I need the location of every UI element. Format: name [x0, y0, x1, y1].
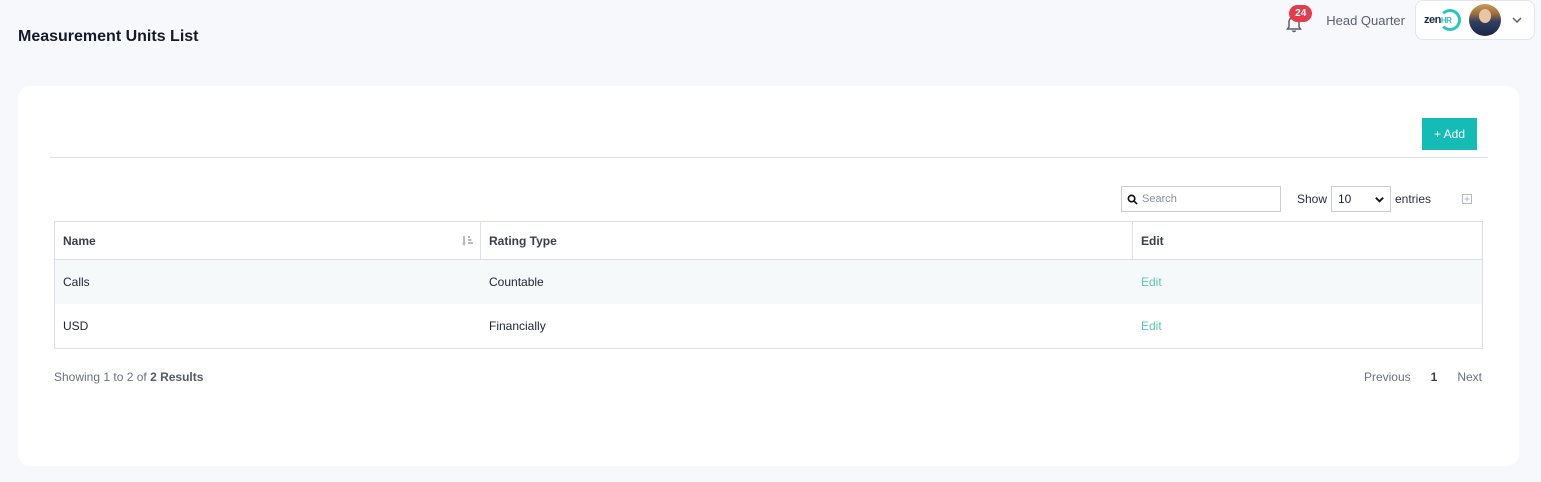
search-icon — [1127, 194, 1138, 205]
table-header-row: Name Rating Type Edit — [55, 222, 1482, 260]
next-page-button[interactable]: Next — [1457, 370, 1482, 384]
cell-edit: Edit — [1133, 260, 1482, 304]
cell-rating-type: Countable — [489, 275, 544, 289]
page-size-select[interactable]: 10 — [1331, 186, 1391, 212]
company-name[interactable]: Head Quarter — [1326, 13, 1405, 28]
column-header-name[interactable]: Name — [55, 222, 481, 259]
pagination: Previous 1 Next — [1344, 370, 1482, 384]
page-title: Measurement Units List — [18, 28, 199, 45]
sort-icon[interactable] — [462, 235, 474, 247]
results-summary-prefix: Showing 1 to 2 of — [54, 370, 147, 384]
cell-name: Calls — [63, 275, 90, 289]
search-field[interactable] — [1121, 186, 1281, 212]
results-summary: Showing 1 to 2 of 2 Results — [54, 370, 203, 384]
table-row: Calls Countable Edit — [55, 260, 1482, 304]
column-header-rating-type[interactable]: Rating Type — [481, 222, 1133, 259]
page-1-button[interactable]: 1 — [1431, 370, 1438, 384]
zenhr-logo: zenHR — [1424, 9, 1462, 31]
add-button[interactable]: + Add — [1422, 118, 1477, 150]
units-table: Name Rating Type Edit Calls Countable Ed… — [54, 221, 1483, 349]
results-summary-total: 2 Results — [150, 370, 204, 384]
cell-edit: Edit — [1133, 304, 1482, 348]
profile-menu[interactable]: zenHR — [1415, 0, 1535, 40]
table-row: USD Financially Edit — [55, 304, 1482, 348]
edit-link[interactable]: Edit — [1141, 319, 1162, 333]
export-icon[interactable] — [1462, 194, 1472, 204]
edit-link[interactable]: Edit — [1141, 275, 1162, 289]
chevron-down-icon[interactable] — [1511, 14, 1523, 26]
divider — [50, 157, 1488, 158]
cell-rating-type: Financially — [489, 319, 546, 333]
avatar[interactable] — [1469, 4, 1502, 36]
entries-label: entries — [1395, 192, 1432, 206]
logo-accent: HR — [1440, 16, 1452, 25]
page-size-value: 10 — [1338, 192, 1352, 206]
column-header-edit: Edit — [1141, 233, 1164, 248]
notifications-button[interactable]: 24 — [1284, 5, 1313, 33]
search-input[interactable] — [1142, 193, 1272, 205]
notification-count-badge: 24 — [1289, 5, 1313, 22]
top-bar: 24 Head Quarter zenHR — [1284, 0, 1535, 40]
column-header-name-label: Name — [63, 233, 96, 248]
logo-main: zen — [1424, 14, 1441, 26]
units-card: + Add Show 10 entries Name Rating Type E… — [18, 86, 1519, 466]
cell-name: USD — [63, 319, 89, 333]
previous-page-button[interactable]: Previous — [1364, 370, 1411, 384]
show-label: Show — [1297, 192, 1328, 206]
chevron-down-icon — [1375, 196, 1384, 203]
